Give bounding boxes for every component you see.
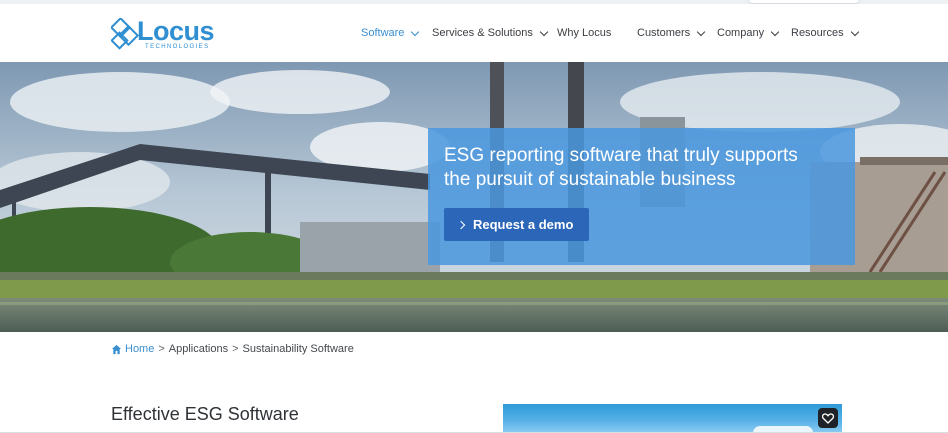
chevron-down-icon (696, 27, 706, 36)
favorite-button[interactable] (818, 408, 838, 428)
section-preview-image (503, 404, 842, 433)
nav-software[interactable]: Software (361, 25, 420, 41)
request-demo-button[interactable]: Request a demo (444, 208, 589, 241)
breadcrumb-current: Sustainability Software (242, 343, 354, 355)
hero-banner: ESG reporting software that truly suppor… (0, 62, 948, 332)
hero-headline: ESG reporting software that truly suppor… (444, 144, 844, 192)
nav-resources[interactable]: Resources (791, 25, 859, 41)
logo-wordmark: Locus (137, 16, 215, 46)
nav-why-label: Why Locus (557, 27, 612, 39)
chevron-right-icon (456, 220, 466, 229)
nav-services-solutions[interactable]: Services & Solutions (432, 25, 549, 41)
nav-customers-label: Customers (637, 27, 691, 39)
breadcrumb: Home > Applications > Sustainability Sof… (111, 343, 354, 355)
request-demo-label: Request a demo (473, 217, 574, 232)
breadcrumb-home[interactable]: Home (111, 343, 154, 355)
nav-resources-label: Resources (791, 27, 844, 39)
breadcrumb-separator: > (232, 343, 239, 355)
nav-company[interactable]: Company (717, 25, 780, 41)
nav-software-label: Software (361, 27, 405, 39)
hero-headline-line-2: the pursuit of sustainable business (444, 169, 736, 190)
heart-icon (822, 412, 834, 424)
breadcrumb-separator: > (158, 343, 165, 355)
nav-services-label: Services & Solutions (432, 27, 533, 39)
logo-subtitle: TECHNOLOGIES (145, 44, 210, 50)
breadcrumb-applications[interactable]: Applications (169, 343, 228, 355)
home-icon (111, 344, 122, 354)
nav-why-locus[interactable]: Why Locus (557, 25, 611, 41)
hero-cta-panel: ESG reporting software that truly suppor… (428, 128, 855, 265)
locus-logo[interactable]: Locus TECHNOLOGIES (111, 16, 215, 52)
section-title: Effective ESG Software (111, 404, 299, 424)
nav-company-label: Company (717, 27, 765, 39)
chevron-down-icon (411, 27, 420, 36)
chevron-down-icon (539, 27, 549, 36)
breadcrumb-home-label: Home (125, 343, 155, 355)
hero-headline-line-1: ESG reporting software that truly suppor… (444, 145, 798, 166)
nav-customers[interactable]: Customers (637, 25, 706, 41)
chevron-down-icon (850, 27, 859, 36)
chevron-down-icon (770, 27, 780, 36)
site-header: Locus TECHNOLOGIES Software Services & S… (0, 4, 948, 62)
